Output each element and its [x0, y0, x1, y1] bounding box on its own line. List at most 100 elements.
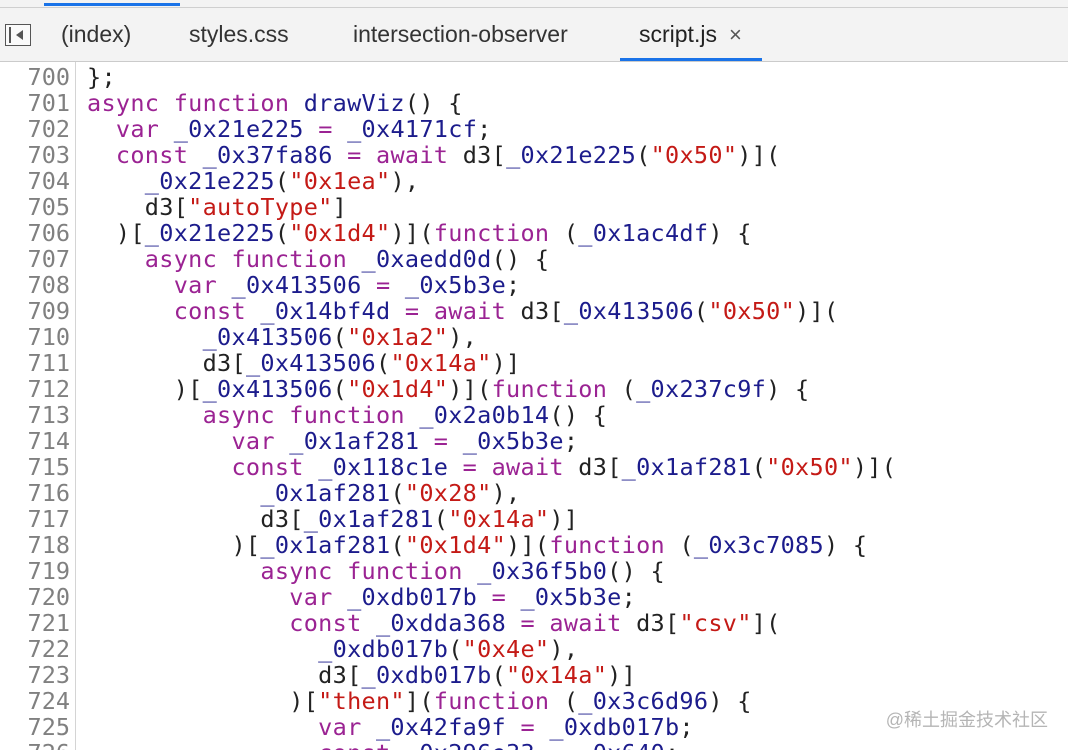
line-number[interactable]: 719 — [0, 558, 70, 584]
punctuation-token: }; — [87, 63, 116, 91]
punctuation-token: d3[ — [462, 141, 507, 169]
punctuation-token — [87, 479, 260, 507]
identifier-token: _0x237c9f — [636, 375, 767, 403]
punctuation-token: )]( — [852, 453, 897, 481]
punctuation-token: ( — [693, 297, 709, 325]
punctuation-token: ), — [491, 479, 521, 507]
punctuation-token: )]( — [737, 141, 781, 169]
punctuation-token: ( — [390, 531, 405, 559]
tab-intersection-observer[interactable]: intersection-observer — [353, 8, 568, 61]
line-number[interactable]: 712 — [0, 376, 70, 402]
line-number[interactable]: 716 — [0, 480, 70, 506]
line-number[interactable]: 705 — [0, 194, 70, 220]
punctuation-token: d3[ — [520, 297, 564, 325]
code-editor[interactable]: 700}; 701 async function drawViz() {702 va… — [0, 62, 1068, 750]
line-number[interactable]: 723 — [0, 662, 70, 688]
line-number[interactable]: 715 — [0, 454, 70, 480]
tab-styles-css[interactable]: styles.css — [189, 8, 289, 61]
line-number[interactable]: 704 — [0, 168, 70, 194]
code-text: )[_0x1af281("0x1d4")](function (_0x3c708… — [87, 532, 867, 558]
line-number[interactable]: 700 — [0, 64, 70, 90]
punctuation-token: )[ — [87, 375, 203, 403]
keyword-token: var — [115, 115, 174, 143]
line-number[interactable]: 724 — [0, 688, 70, 714]
code-text: var _0x21e225 = _0x4171cf; — [87, 116, 492, 142]
operator-token: = — [506, 713, 550, 741]
identifier-token: _0x3c6d96 — [578, 687, 709, 715]
identifier-token: _0x14bf4d — [260, 297, 391, 325]
line-number[interactable]: 709 — [0, 298, 70, 324]
string-token: "0x1a2" — [347, 323, 449, 351]
string-token: "0x1d4" — [404, 531, 507, 559]
punctuation-token — [87, 609, 289, 637]
punctuation-token: ( — [448, 635, 463, 663]
keyword-token: var — [231, 427, 290, 455]
tab-index[interactable]: (index) — [61, 8, 131, 61]
string-token: "0x4e" — [462, 635, 550, 663]
line-number[interactable]: 722 — [0, 636, 70, 662]
punctuation-token: () { — [607, 557, 665, 585]
line-number[interactable]: 725 — [0, 714, 70, 740]
string-token: "0x50" — [650, 141, 738, 169]
punctuation-token: ; — [665, 739, 679, 750]
code-text: d3[_0xdb017b("0x14a")] — [87, 662, 636, 688]
active-tab-underline — [620, 58, 762, 61]
code-text: const _0x118c1e = await d3[_0x1af281("0x… — [87, 454, 896, 480]
keyword-token: function — [433, 687, 564, 715]
identifier-token: _0x413506 — [231, 271, 362, 299]
tab-label: script.js — [639, 21, 717, 47]
line-number[interactable]: 703 — [0, 142, 70, 168]
punctuation-token — [87, 635, 318, 663]
line-number[interactable]: 717 — [0, 506, 70, 532]
identifier-token: _0x296e33 — [405, 739, 535, 750]
string-token: "0x50" — [766, 453, 853, 481]
punctuation-token: () { — [549, 401, 608, 429]
line-number[interactable]: 707 — [0, 246, 70, 272]
string-token: "0x14a" — [448, 505, 550, 533]
code-text: )[_0x21e225("0x1d4")](function (_0x1ac4d… — [87, 220, 752, 246]
close-icon[interactable]: × — [729, 22, 742, 47]
punctuation-token: ; — [506, 271, 521, 299]
punctuation-token: )] — [607, 661, 637, 689]
identifier-token: _0xdb017b — [361, 661, 492, 689]
line-number[interactable]: 718 — [0, 532, 70, 558]
identifier-token: _0x5b3e — [520, 583, 622, 611]
identifier-token: _0x1af281 — [289, 427, 420, 455]
code-text: const _0x37fa86 = await d3[_0x21e225("0x… — [87, 142, 781, 168]
punctuation-token — [87, 167, 145, 195]
punctuation-token — [87, 141, 116, 169]
identifier-token: _0x21e225 — [506, 141, 637, 169]
identifier-token: _0x3c7085 — [693, 531, 824, 559]
identifier-token: _0xdb017b — [549, 713, 680, 741]
line-number[interactable]: 706 — [0, 220, 70, 246]
line-number[interactable]: 720 — [0, 584, 70, 610]
line-number[interactable]: 711 — [0, 350, 70, 376]
line-number[interactable]: 714 — [0, 428, 70, 454]
sidebar-icon — [9, 27, 11, 43]
punctuation-token: )[ — [87, 531, 261, 559]
punctuation-token: ), — [549, 635, 579, 663]
line-number[interactable]: 710 — [0, 324, 70, 350]
identifier-token: _0x1af281 — [621, 453, 752, 481]
identifier-token: _0xdb017b — [318, 635, 449, 663]
punctuation-token: d3[ — [636, 609, 680, 637]
tab-script-js[interactable]: script.js × — [620, 8, 762, 61]
toggle-navigator-button[interactable] — [5, 24, 31, 46]
punctuation-token: ; — [477, 115, 492, 143]
code-text: _0x21e225("0x1ea"), — [87, 168, 419, 194]
code-text: d3[_0x413506("0x14a")] — [87, 350, 521, 376]
keyword-token: await — [376, 141, 463, 169]
punctuation-token — [87, 713, 318, 741]
string-token: "0x50" — [708, 297, 796, 325]
line-number[interactable]: 702 — [0, 116, 70, 142]
keyword-token: const — [318, 739, 405, 750]
watermark: @稀土掘金技术社区 — [885, 710, 1048, 730]
keyword-token: const — [289, 609, 376, 637]
line-number[interactable]: 701 — [0, 90, 70, 116]
line-number[interactable]: 713 — [0, 402, 70, 428]
line-number[interactable]: 708 — [0, 272, 70, 298]
line-number[interactable]: 726 — [0, 740, 70, 750]
code-text: var _0x42fa9f = _0xdb017b; — [87, 714, 694, 740]
operator-token: = — [332, 141, 377, 169]
line-number[interactable]: 721 — [0, 610, 70, 636]
